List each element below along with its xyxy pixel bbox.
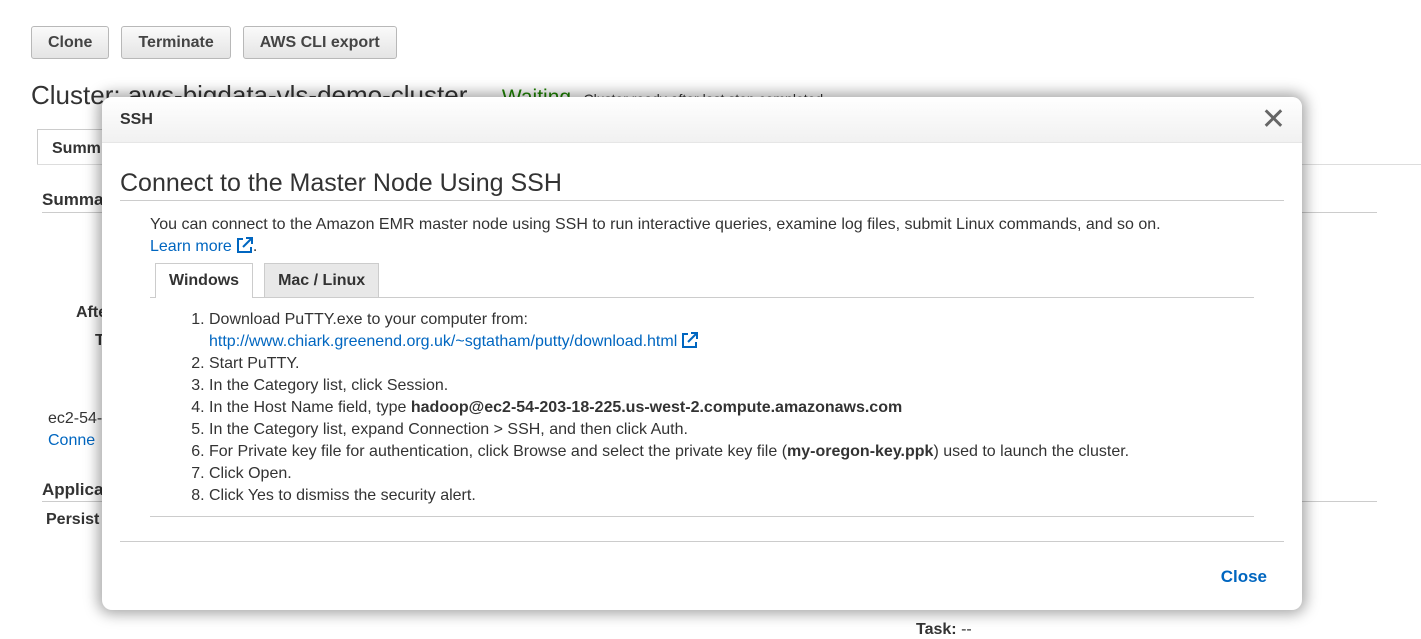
os-tabs: Windows Mac / Linux <box>155 263 380 298</box>
clone-button[interactable]: Clone <box>31 26 110 59</box>
applications-section-heading: Applica <box>42 480 104 499</box>
step-6-text: For Private key file for authentication,… <box>209 443 788 460</box>
tabs-divider <box>150 297 1254 298</box>
task-value: -- <box>961 621 972 638</box>
private-key-file-name: my-oregon-key.ppk <box>787 443 934 460</box>
learn-more-link[interactable]: Learn more <box>150 237 253 255</box>
learn-more-period: . <box>252 238 258 255</box>
external-link-icon <box>682 332 699 348</box>
step-2: Start PuTTY. <box>209 353 1129 375</box>
dialog-header: SSH ✕ <box>102 97 1302 143</box>
master-host-name: hadoop@ec2-54-203-18-225.us-west-2.compu… <box>410 399 903 416</box>
step-4-text: In the Host Name field, type <box>209 399 411 416</box>
connect-link[interactable]: Conne <box>48 432 95 450</box>
step-6-suffix: ) used to launch the cluster. <box>933 443 1130 460</box>
tab-windows[interactable]: Windows <box>155 263 254 298</box>
external-link-icon <box>236 237 253 253</box>
aws-cli-export-button[interactable]: AWS CLI export <box>242 26 397 59</box>
step-3: In the Category list, click Session. <box>209 375 1129 397</box>
ssh-dialog: SSH ✕ Connect to the Master Node Using S… <box>102 97 1302 610</box>
footer-divider <box>120 541 1284 542</box>
instructions-divider <box>150 516 1254 517</box>
summary-section-heading: Summa <box>42 190 104 209</box>
learn-more-label: Learn more <box>150 238 232 255</box>
step-1: Download PuTTY.exe to your computer from… <box>209 309 1129 353</box>
step-4: In the Host Name field, type hadoop@ec2-… <box>209 397 1129 419</box>
putty-download-url: http://www.chiark.greenend.org.uk/~sgtat… <box>209 333 678 350</box>
windows-instructions: Download PuTTY.exe to your computer from… <box>190 309 1129 507</box>
close-icon[interactable]: ✕ <box>1261 105 1286 135</box>
intro-text: You can connect to the Amazon EMR master… <box>150 214 1260 258</box>
step-7: Click Open. <box>209 463 1129 485</box>
intro-paragraph: You can connect to the Amazon EMR master… <box>150 216 1161 233</box>
persistent-label: Persist <box>46 511 100 528</box>
tab-mac-linux[interactable]: Mac / Linux <box>264 263 380 297</box>
heading-divider <box>120 200 1284 201</box>
step-1-text: Download PuTTY.exe to your computer from… <box>209 311 528 328</box>
step-8: Click Yes to dismiss the security alert. <box>209 485 1129 507</box>
dialog-title: SSH <box>120 111 153 128</box>
step-5: In the Category list, expand Connection … <box>209 419 1129 441</box>
putty-download-link[interactable]: http://www.chiark.greenend.org.uk/~sgtat… <box>209 332 699 350</box>
close-button[interactable]: Close <box>1221 567 1267 587</box>
step-6: For Private key file for authentication,… <box>209 441 1129 463</box>
task-row: Task: -- <box>916 621 972 639</box>
dialog-heading: Connect to the Master Node Using SSH <box>120 169 562 197</box>
master-dns-text: ec2-54- <box>48 410 103 427</box>
terminate-button[interactable]: Terminate <box>121 26 231 59</box>
cluster-toolbar: Clone Terminate AWS CLI export <box>31 26 397 59</box>
task-label: Task: <box>916 621 957 638</box>
